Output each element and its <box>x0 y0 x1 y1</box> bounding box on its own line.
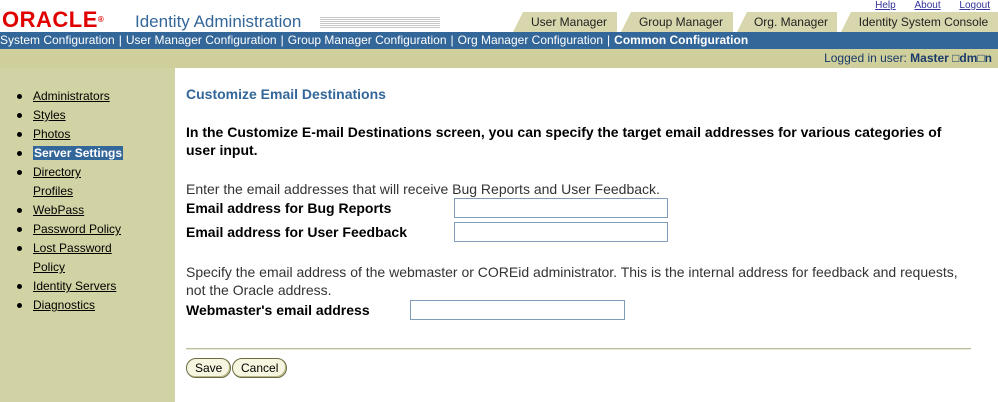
bullet-icon <box>17 113 22 118</box>
divider <box>186 348 971 350</box>
sidebar-link-directory-profiles[interactable]: Directory Profiles <box>33 165 81 198</box>
tab-label: Org. Manager <box>753 15 829 29</box>
nav-separator: | <box>280 33 284 47</box>
tab-org-manager[interactable]: Org. Manager <box>737 12 837 32</box>
bullet-icon <box>17 151 22 156</box>
bullet-icon <box>17 303 22 308</box>
section2-description: Specify the email address of the webmast… <box>186 264 958 298</box>
login-label: Logged in user: <box>824 51 907 65</box>
bullet-icon <box>17 94 22 99</box>
top-links: Help About Logout <box>859 0 990 11</box>
sidebar-link-diagnostics[interactable]: Diagnostics <box>33 298 95 312</box>
nav-group-manager-configuration[interactable]: Group Manager Configuration <box>288 33 447 47</box>
bullet-icon <box>17 246 22 251</box>
nav-separator: | <box>607 33 611 47</box>
sidebar-link-server-settings[interactable]: Server Settings <box>33 146 124 160</box>
about-link[interactable]: About <box>914 0 940 11</box>
header: ORACLE® Identity Administration Help Abo… <box>0 0 998 32</box>
sidebar-item-photos: Photos <box>17 125 163 144</box>
login-status-bar: Logged in user: Master □dm□n <box>0 49 998 68</box>
bullet-icon <box>17 227 22 232</box>
sidebar-link-lost-password-policy[interactable]: Lost Password Policy <box>33 241 112 274</box>
login-user: Master □dm□n <box>910 51 992 65</box>
sidebar-link-password-policy[interactable]: Password Policy <box>33 222 121 236</box>
config-nav-bar: System Configuration | User Manager Config… <box>0 32 998 49</box>
sidebar-link-photos[interactable]: Photos <box>33 127 70 141</box>
logout-link[interactable]: Logout <box>959 0 990 11</box>
sidebar-menu: Administrators Styles Photos Server Sett… <box>17 87 163 315</box>
sidebar-item-directory-profiles: Directory Profiles <box>17 163 113 201</box>
webmaster-email-input[interactable] <box>410 300 625 320</box>
nav-common-configuration[interactable]: Common Configuration <box>614 33 748 47</box>
nav-system-configuration[interactable]: System Configuration <box>0 33 115 47</box>
sidebar-link-administrators[interactable]: Administrators <box>33 89 110 103</box>
nav-org-manager-configuration[interactable]: Org Manager Configuration <box>458 33 603 47</box>
bullet-icon <box>17 208 22 213</box>
sidebar-item-server-settings: Server Settings <box>17 144 163 163</box>
sidebar-link-identity-servers[interactable]: Identity Servers <box>33 279 116 293</box>
save-button[interactable]: Save <box>186 358 232 378</box>
tab-label: Identity System Console <box>858 15 989 29</box>
sidebar-item-identity-servers: Identity Servers <box>17 277 163 296</box>
bug-reports-input[interactable] <box>454 198 668 218</box>
help-link[interactable]: Help <box>875 0 896 11</box>
webmaster-label: Webmaster's email address <box>186 302 370 318</box>
tab-user-manager[interactable]: User Manager <box>513 12 617 32</box>
sidebar-item-diagnostics: Diagnostics <box>17 296 163 315</box>
oracle-logo: ORACLE® <box>2 7 105 32</box>
tab-label: User Manager <box>530 15 608 29</box>
sidebar-item-webpass: WebPass <box>17 201 163 220</box>
tab-identity-system-console[interactable]: Identity System Console <box>841 12 998 32</box>
user-feedback-input[interactable] <box>454 222 668 242</box>
nav-separator: | <box>118 33 122 47</box>
app-title: Identity Administration <box>135 12 302 31</box>
page-title: Customize Email Destinations <box>186 86 386 102</box>
bullet-icon <box>17 170 22 175</box>
sidebar-link-styles[interactable]: Styles <box>33 108 66 122</box>
sidebar-link-webpass[interactable]: WebPass <box>33 203 84 217</box>
sidebar-item-lost-password-policy: Lost Password Policy <box>17 239 133 277</box>
sidebar-item-password-policy: Password Policy <box>17 220 163 239</box>
nav-user-manager-configuration[interactable]: User Manager Configuration <box>126 33 277 47</box>
bug-reports-label: Email address for Bug Reports <box>186 200 392 216</box>
user-feedback-label: Email address for User Feedback <box>186 224 407 240</box>
cancel-button[interactable]: Cancel <box>232 358 288 378</box>
intro-text: In the Customize E-mail Destinations scr… <box>186 124 942 158</box>
sidebar-item-administrators: Administrators <box>17 87 163 106</box>
tab-label: Group Manager <box>638 15 724 29</box>
sidebar-item-styles: Styles <box>17 106 163 125</box>
sidebar: Administrators Styles Photos Server Sett… <box>0 68 175 402</box>
title-decoration <box>320 17 440 29</box>
nav-separator: | <box>450 33 454 47</box>
bullet-icon <box>17 284 22 289</box>
tab-group-manager[interactable]: Group Manager <box>621 12 733 32</box>
bullet-icon <box>17 132 22 137</box>
section1-description: Enter the email addresses that will rece… <box>186 181 660 197</box>
